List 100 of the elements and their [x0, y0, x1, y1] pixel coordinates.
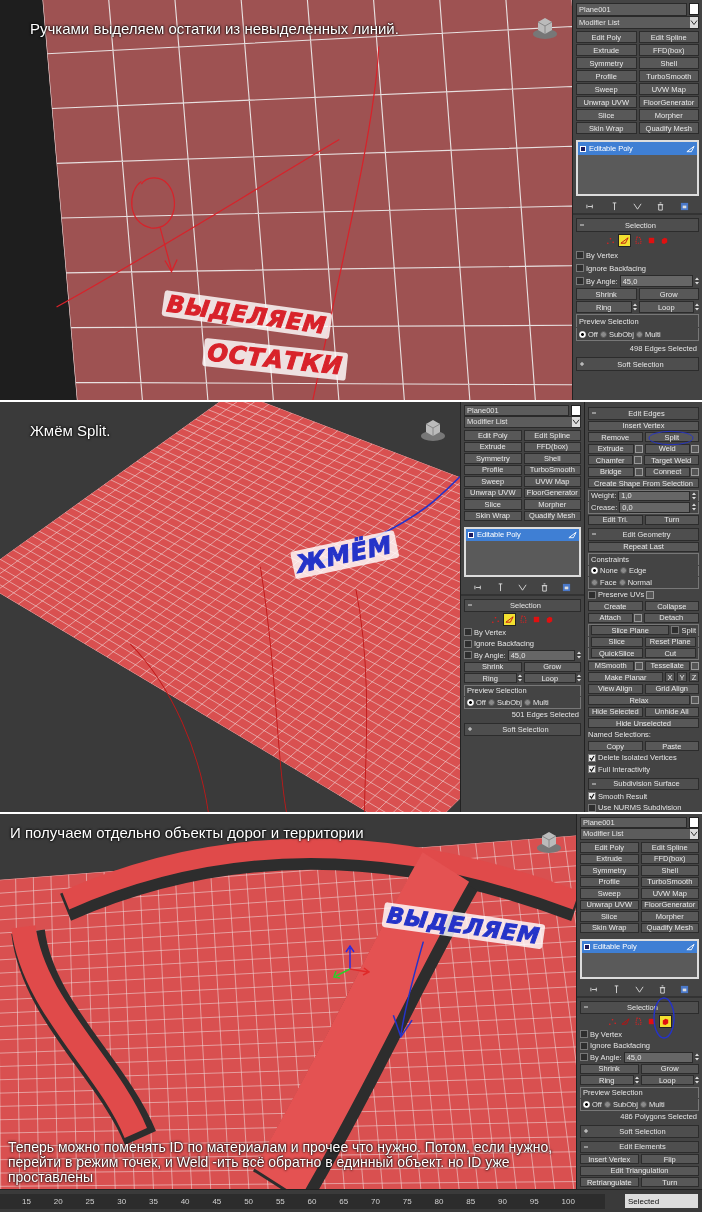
- checkbox[interactable]: [588, 803, 596, 812]
- checkbox[interactable]: [464, 639, 472, 648]
- spinner-arrows-icon[interactable]: [695, 1053, 699, 1062]
- dots-icon: [606, 236, 615, 245]
- settings-button[interactable]: [691, 661, 699, 670]
- square-icon: [647, 1016, 656, 1026]
- settings-button[interactable]: [691, 467, 699, 476]
- fork-icon[interactable]: [635, 985, 644, 994]
- trash-icon[interactable]: [657, 985, 667, 994]
- tick-label: 75: [402, 1196, 412, 1206]
- triangle-icon: [686, 942, 695, 951]
- tick-label: 15: [22, 1196, 31, 1206]
- triangle-icon: [620, 236, 629, 245]
- checkbox[interactable]: [464, 651, 472, 660]
- caret-icon: [690, 16, 698, 28]
- configure-icon[interactable]: [562, 583, 572, 592]
- tick-label: 40: [180, 1196, 190, 1206]
- object-color-swatch[interactable]: [689, 817, 699, 828]
- tick-label: 65: [339, 1196, 349, 1206]
- tick-label: 20: [53, 1196, 63, 1206]
- viewport[interactable]: [0, 402, 460, 812]
- spinner-arrows-icon[interactable]: [695, 303, 699, 311]
- cube-icon: [545, 614, 554, 624]
- settings-button[interactable]: [691, 444, 699, 453]
- pin-icon[interactable]: [589, 985, 599, 994]
- configure-icon[interactable]: [679, 202, 689, 211]
- radio-button[interactable]: [619, 567, 627, 575]
- radio-button[interactable]: [599, 330, 607, 338]
- configure-icon[interactable]: [680, 985, 690, 994]
- tick-label: 85: [466, 1196, 476, 1206]
- object-color-swatch[interactable]: [571, 405, 581, 416]
- radio-button[interactable]: [523, 698, 531, 706]
- tick-label: 60: [307, 1196, 317, 1206]
- selection-set-dropdown[interactable]: Selected: [625, 1194, 698, 1208]
- triangle-icon: [621, 1016, 630, 1026]
- fork-icon[interactable]: [517, 583, 527, 592]
- dots-icon: [608, 1016, 617, 1026]
- trash-icon[interactable]: [540, 583, 550, 592]
- tick-label: 30: [117, 1196, 127, 1206]
- pin-icon[interactable]: [473, 583, 483, 592]
- settings-button[interactable]: [646, 590, 655, 599]
- spinner-arrows-icon[interactable]: [634, 1076, 639, 1085]
- spinner-arrows-icon[interactable]: [577, 674, 581, 683]
- checkbox[interactable]: [588, 753, 596, 762]
- checkbox[interactable]: [588, 590, 596, 599]
- checkbox[interactable]: [671, 626, 680, 635]
- caret-icon: [690, 829, 698, 839]
- radio-button[interactable]: [603, 1100, 611, 1108]
- time-ruler[interactable]: 15 20 25 30 35 40 45 50 55 60 65 70 75 80 85 90 95 100: [0, 1193, 605, 1209]
- pin-icon[interactable]: [586, 202, 596, 211]
- checkbox[interactable]: [576, 264, 584, 272]
- dots-icon: [491, 614, 500, 624]
- square-icon: [532, 614, 541, 624]
- checkbox[interactable]: [580, 1053, 588, 1062]
- tick-label: 45: [212, 1196, 222, 1206]
- spinner-arrows-icon[interactable]: [695, 277, 699, 285]
- tick-label: 55: [275, 1196, 285, 1206]
- checkbox[interactable]: [588, 765, 596, 774]
- checkbox[interactable]: [576, 277, 584, 285]
- spinner-arrows-icon[interactable]: [517, 674, 522, 683]
- checkbox[interactable]: [588, 792, 596, 801]
- checkbox[interactable]: [464, 628, 472, 637]
- spinner-arrows-icon[interactable]: [695, 1076, 699, 1085]
- subobject-mode-button[interactable]: [503, 612, 516, 626]
- checkbox[interactable]: [580, 1030, 588, 1039]
- subobject-mode-button[interactable]: [659, 1014, 672, 1028]
- radio-button[interactable]: [618, 578, 626, 586]
- spinner-arrows-icon[interactable]: [692, 503, 696, 512]
- object-color-swatch[interactable]: [689, 3, 699, 15]
- tick-label: 95: [529, 1196, 539, 1206]
- triangle-icon: [568, 530, 577, 539]
- tick-label: 25: [85, 1196, 95, 1206]
- tick-label: 70: [371, 1196, 380, 1206]
- spinner-arrows-icon[interactable]: [577, 651, 581, 660]
- radio-button[interactable]: [635, 330, 643, 338]
- radio-button[interactable]: [591, 578, 598, 586]
- spinner-arrows-icon[interactable]: [632, 303, 637, 311]
- caret-icon: [572, 417, 580, 427]
- tick-label: 35: [148, 1196, 158, 1206]
- square-icon: [647, 236, 656, 245]
- radio-button[interactable]: [639, 1100, 647, 1108]
- triangle-icon: [686, 144, 695, 153]
- radio-button[interactable]: [487, 698, 495, 706]
- cube-icon: [660, 236, 669, 245]
- trash-icon[interactable]: [656, 202, 666, 211]
- tick-label: 100: [561, 1196, 575, 1206]
- spinner-arrows-icon[interactable]: [692, 491, 696, 500]
- settings-button[interactable]: [634, 661, 643, 670]
- cube-icon: [661, 1016, 670, 1026]
- triangle-icon: [505, 614, 514, 624]
- checkbox[interactable]: [580, 1041, 588, 1050]
- tick-label: 50: [244, 1196, 254, 1206]
- outline-icon: [634, 1016, 643, 1026]
- checkbox[interactable]: [576, 251, 584, 259]
- subobject-mode-button[interactable]: [618, 234, 631, 247]
- viewport-caption: Жмём Split.: [30, 422, 111, 439]
- fork-icon[interactable]: [632, 202, 642, 211]
- settings-button[interactable]: [633, 613, 642, 622]
- settings-button[interactable]: [691, 696, 699, 705]
- viewport-caption: И получаем отдельно объекты дорог и территории: [10, 824, 364, 841]
